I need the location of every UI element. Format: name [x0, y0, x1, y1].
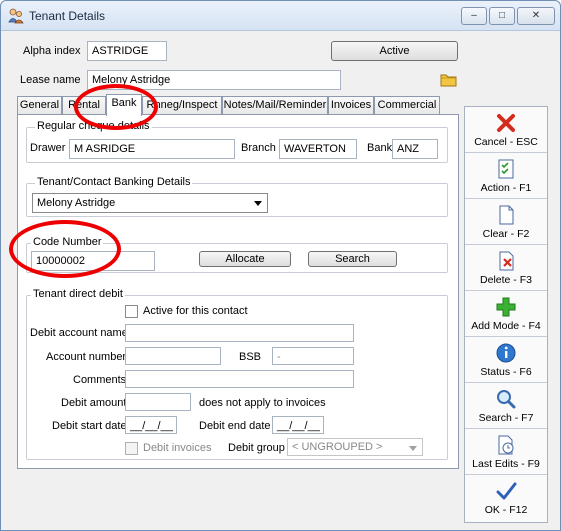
action-button[interactable]: Action - F1 — [465, 153, 547, 199]
info-icon — [496, 343, 516, 363]
bsb-field[interactable]: - — [272, 347, 354, 365]
cancel-button[interactable]: Cancel - ESC — [465, 107, 547, 153]
tab-notes-mail-reminder[interactable]: Notes/Mail/Reminder — [222, 96, 328, 115]
minimize-button[interactable]: – — [461, 7, 487, 25]
action-sidebar: Cancel - ESC Action - F1 Clear - F2 Dele… — [464, 106, 548, 523]
debit-group-label: Debit group — [228, 442, 285, 454]
banking-contact-dropdown[interactable]: Melony Astridge — [32, 193, 268, 213]
regular-cheque-legend: Regular cheque details — [35, 120, 152, 132]
branch-field[interactable]: WAVERTON — [279, 139, 357, 159]
debit-start-date-label: Debit start date — [52, 420, 127, 432]
cancel-label: Cancel - ESC — [474, 136, 538, 148]
action-checklist-icon — [498, 159, 514, 179]
lease-name-field[interactable]: Melony Astridge — [87, 70, 341, 90]
window-title: Tenant Details — [29, 9, 106, 23]
tab-bank[interactable]: Bank — [106, 94, 142, 116]
debit-start-date-field[interactable]: __/__/__ — [125, 416, 177, 434]
magnifier-icon — [497, 390, 516, 409]
tab-rental[interactable]: Rental — [62, 96, 106, 115]
close-button[interactable]: ✕ — [517, 7, 555, 25]
clear-button[interactable]: Clear - F2 — [465, 199, 547, 245]
code-number-label: Code Number — [31, 236, 104, 248]
search-button[interactable]: Search - F7 — [465, 383, 547, 429]
clear-label: Clear - F2 — [482, 228, 530, 240]
tab-invoices[interactable]: Invoices — [328, 96, 374, 115]
code-number-group: Code Number 10000002 Allocate Search — [26, 236, 448, 273]
bank-tab-panel: Regular cheque details Drawer M ASRIDGE … — [17, 114, 459, 469]
debit-end-date-field[interactable]: __/__/__ — [272, 416, 324, 434]
drawer-label: Drawer — [30, 142, 66, 154]
last-edits-button[interactable]: Last Edits - F9 — [465, 429, 547, 475]
drawer-field[interactable]: M ASRIDGE — [69, 139, 235, 159]
tab-general[interactable]: General — [17, 96, 62, 115]
active-contact-label: Active for this contact — [143, 305, 248, 317]
account-name-field[interactable] — [125, 324, 354, 342]
code-number-field[interactable]: 10000002 — [31, 251, 155, 271]
status-button[interactable]: Status - F6 — [465, 337, 547, 383]
delete-button[interactable]: Delete - F3 — [465, 245, 547, 291]
account-number-field[interactable] — [125, 347, 221, 365]
last-edits-label: Last Edits - F9 — [472, 458, 540, 470]
debit-amount-note: does not apply to invoices — [199, 397, 326, 409]
banking-details-legend: Tenant/Contact Banking Details — [35, 176, 193, 188]
lease-name-label: Lease name — [20, 74, 81, 86]
active-contact-checkbox[interactable] — [125, 305, 138, 318]
debit-invoices-checkbox[interactable] — [125, 442, 138, 455]
debit-amount-label: Debit amount — [61, 397, 127, 409]
chevron-down-icon — [409, 446, 417, 451]
banking-contact-selected: Melony Astridge — [37, 197, 116, 209]
debit-amount-field[interactable] — [125, 393, 191, 411]
bsb-label: BSB — [239, 351, 262, 363]
ok-button[interactable]: OK - F12 — [465, 475, 547, 521]
branch-label: Branch — [241, 142, 276, 154]
comments-label: Comments — [73, 374, 127, 386]
comments-field[interactable] — [125, 370, 354, 388]
checkmark-icon — [496, 482, 517, 500]
app-people-icon — [8, 8, 24, 24]
delete-page-icon — [499, 251, 514, 271]
action-label: Action - F1 — [480, 182, 532, 194]
debit-end-date-label: Debit end date — [199, 420, 271, 432]
account-name-label: Debit account name — [30, 327, 128, 339]
direct-debit-legend: Tenant direct debit — [31, 288, 125, 300]
banking-details-group: Tenant/Contact Banking Details Melony As… — [26, 176, 448, 217]
allocate-button[interactable]: Allocate — [199, 251, 291, 267]
debit-group-selected: < UNGROUPED > — [292, 441, 383, 453]
search-code-button[interactable]: Search — [308, 251, 397, 267]
clear-page-icon — [499, 205, 514, 225]
status-label: Status - F6 — [480, 366, 532, 378]
tab-rnneg-inspect[interactable]: Rnneg/Inspect — [142, 96, 222, 115]
direct-debit-group: Tenant direct debit Active for this cont… — [26, 288, 448, 460]
debit-group-dropdown[interactable]: < UNGROUPED > — [287, 438, 423, 456]
cancel-x-icon — [497, 114, 515, 132]
title-bar: Tenant Details – □ ✕ — [1, 1, 560, 31]
status-active-button[interactable]: Active — [331, 41, 458, 61]
maximize-button[interactable]: □ — [489, 7, 515, 25]
history-page-icon — [498, 435, 514, 455]
add-mode-button[interactable]: Add Mode - F4 — [465, 291, 547, 337]
delete-label: Delete - F3 — [480, 274, 532, 286]
tab-commercial[interactable]: Commercial — [374, 96, 440, 115]
add-mode-label: Add Mode - F4 — [471, 320, 541, 332]
alpha-index-label: Alpha index — [23, 45, 81, 57]
ok-label: OK - F12 — [484, 504, 528, 516]
regular-cheque-group: Regular cheque details Drawer M ASRIDGE … — [26, 120, 448, 163]
search-label: Search - F7 — [478, 412, 534, 424]
debit-invoices-label: Debit invoices — [143, 442, 212, 454]
bank-field[interactable]: ANZ — [392, 139, 438, 159]
chevron-down-icon — [254, 201, 262, 206]
add-plus-icon — [496, 297, 516, 317]
folder-icon[interactable] — [440, 72, 457, 87]
tenant-details-window: Tenant Details – □ ✕ Alpha index ASTRIDG… — [0, 0, 561, 531]
alpha-index-field[interactable]: ASTRIDGE — [87, 41, 167, 61]
account-number-label: Account number — [46, 351, 127, 363]
bank-label: Bank — [367, 142, 393, 154]
